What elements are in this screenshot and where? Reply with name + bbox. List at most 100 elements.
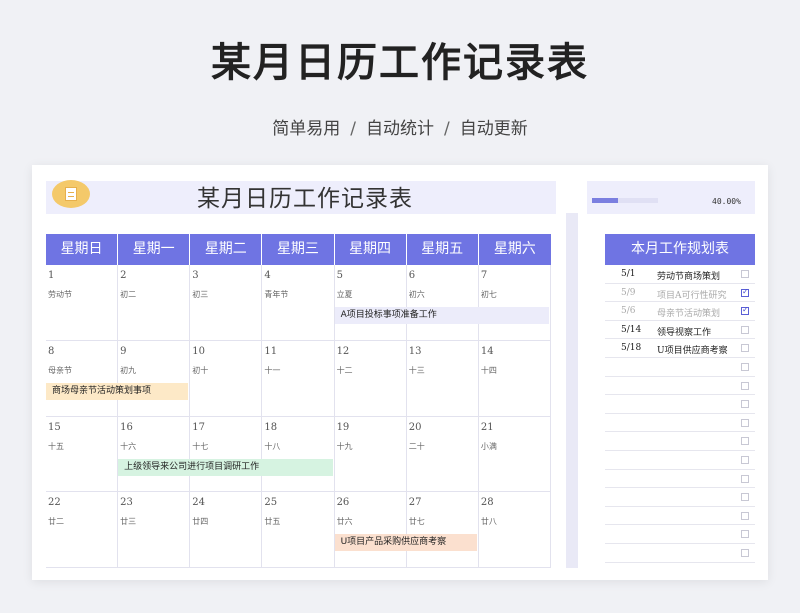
plan-task: 劳动节商场策划 bbox=[657, 272, 721, 282]
plan-list: 5/1 劳动节商场策划 5/9 项目A可行性研究 5/6 母亲节活动策划 5/14 领导视察工… bbox=[605, 265, 755, 563]
plan-row bbox=[605, 395, 755, 414]
plan-row bbox=[605, 507, 755, 526]
checkbox-icon[interactable] bbox=[741, 530, 749, 539]
plan-row bbox=[605, 470, 755, 489]
hero-subtitle: 简单易用 / 自动统计 / 自动更新 bbox=[0, 114, 800, 139]
separator: / bbox=[444, 119, 450, 139]
lunar-date: 十八 bbox=[264, 441, 281, 451]
document-logo-icon bbox=[52, 180, 90, 208]
plan-row bbox=[605, 377, 755, 396]
weekday-header-cell: 星期六 bbox=[478, 234, 551, 265]
calendar-day-cell[interactable]: 14 十四 bbox=[478, 340, 551, 417]
checkbox-icon[interactable] bbox=[741, 270, 749, 278]
weekday-header: 星期日 星期一 星期二 星期三 星期四 星期五 星期六 bbox=[46, 234, 551, 265]
calendar-day-cell[interactable]: 20 二十 bbox=[406, 416, 479, 493]
lunar-date: 母亲节 bbox=[48, 365, 72, 375]
day-number: 16 bbox=[120, 421, 133, 433]
calendar-event[interactable]: 商场母亲节活动策划事项 bbox=[46, 382, 189, 400]
lunar-date: 初三 bbox=[192, 290, 209, 299]
calendar-day-cell[interactable]: 2 初二 bbox=[118, 265, 191, 341]
checkbox-icon[interactable] bbox=[741, 437, 749, 446]
lunar-date: 十六 bbox=[120, 441, 137, 451]
calendar-day-cell[interactable]: 13 十三 bbox=[406, 340, 479, 417]
calendar-day-cell[interactable]: 22 廿二 bbox=[46, 492, 119, 568]
checkbox-icon[interactable] bbox=[741, 418, 749, 427]
lunar-date: 小满 bbox=[480, 441, 497, 451]
plan-task: U项目供应商考察 bbox=[657, 346, 728, 357]
calendar-event[interactable]: A项目投标事项准备工作 bbox=[334, 307, 549, 324]
plan-row bbox=[605, 358, 755, 377]
plan-row: 5/18 U项目供应商考察 bbox=[605, 339, 755, 358]
checkbox-icon[interactable] bbox=[741, 455, 749, 464]
day-number: 7 bbox=[480, 270, 488, 281]
checkbox-icon[interactable] bbox=[741, 493, 749, 502]
lunar-date: 十一 bbox=[264, 365, 281, 375]
calendar-day-cell[interactable]: 15 十五 bbox=[46, 416, 119, 493]
calendar-day-cell[interactable]: 26 廿六 bbox=[334, 492, 407, 568]
plan-task: 领导视察工作 bbox=[657, 327, 712, 338]
calendar-day-cell[interactable]: 21 小满 bbox=[478, 416, 551, 493]
lunar-date: 二十 bbox=[408, 441, 425, 451]
plan-row: 5/14 领导视察工作 bbox=[605, 321, 755, 340]
day-number: 14 bbox=[480, 345, 494, 357]
checkbox-icon[interactable] bbox=[741, 344, 749, 353]
calendar-day-cell[interactable]: 18 十八 bbox=[262, 416, 335, 493]
plan-title: 本月工作规划表 bbox=[605, 234, 755, 265]
plan-row bbox=[605, 488, 755, 507]
plan-row bbox=[605, 544, 755, 563]
checkbox-icon[interactable] bbox=[741, 362, 749, 371]
checkbox-icon[interactable] bbox=[741, 325, 749, 334]
day-number: 25 bbox=[264, 497, 278, 509]
lunar-date: 十五 bbox=[48, 441, 64, 451]
day-number: 22 bbox=[48, 497, 61, 509]
lunar-date: 十七 bbox=[192, 441, 209, 451]
calendar-day-cell[interactable]: 10 初十 bbox=[190, 340, 263, 417]
calendar-day-cell[interactable]: 16 十六 bbox=[118, 416, 191, 493]
calendar-day-cell[interactable]: 27 廿七 bbox=[406, 492, 479, 568]
lunar-date: 廿二 bbox=[48, 517, 64, 527]
lunar-date: 廿三 bbox=[120, 517, 137, 527]
checkbox-icon[interactable] bbox=[741, 287, 749, 297]
checkbox-icon[interactable] bbox=[741, 511, 749, 520]
calendar-day-cell[interactable]: 11 十一 bbox=[262, 340, 335, 417]
calendar-day-cell[interactable]: 7 初七 bbox=[478, 265, 551, 341]
checkbox-icon[interactable] bbox=[741, 400, 749, 409]
calendar-day-cell[interactable]: 1 劳动节 bbox=[46, 265, 119, 341]
calendar-day-cell[interactable]: 28 廿八 bbox=[478, 492, 551, 568]
calendar-grid: 1 劳动节 2 初二 3 初三 4 青年节 5 立夏 6 初六 7 初七 8 母亲节 9 初九 10 初十 11 十一 12… bbox=[46, 265, 551, 568]
checkbox-icon[interactable] bbox=[741, 474, 749, 483]
calendar-day-cell[interactable]: 9 初九 bbox=[118, 340, 191, 417]
plan-row bbox=[605, 414, 755, 433]
lunar-date: 初七 bbox=[480, 290, 497, 299]
calendar-day-cell[interactable]: 4 青年节 bbox=[262, 265, 335, 341]
progress-percent: 40.00% bbox=[712, 197, 741, 206]
day-number: 26 bbox=[336, 497, 350, 509]
lunar-date: 初六 bbox=[408, 290, 425, 299]
lunar-date: 初十 bbox=[192, 365, 209, 375]
calendar-day-cell[interactable]: 23 廿三 bbox=[118, 492, 191, 568]
calendar-day-cell[interactable]: 17 十七 bbox=[190, 416, 263, 493]
calendar-event[interactable]: U项目产品采购供应商考察 bbox=[334, 534, 477, 552]
calendar-day-cell[interactable]: 3 初三 bbox=[190, 265, 263, 341]
plan-row bbox=[605, 451, 755, 470]
calendar-day-cell[interactable]: 6 初六 bbox=[406, 265, 479, 341]
calendar-day-cell[interactable]: 25 廿五 bbox=[262, 492, 335, 568]
calendar-day-cell[interactable]: 5 立夏 bbox=[334, 265, 407, 341]
checkbox-icon[interactable] bbox=[741, 548, 749, 557]
day-number: 21 bbox=[480, 421, 494, 433]
checkbox-icon[interactable] bbox=[741, 305, 749, 316]
lunar-date: 青年节 bbox=[264, 290, 289, 299]
progress-bar bbox=[592, 198, 658, 203]
feature-auto-update: 自动更新 bbox=[459, 119, 528, 139]
calendar-day-cell[interactable]: 24 廿四 bbox=[190, 492, 263, 568]
calendar-event[interactable]: 上级领导来公司进行项目调研工作 bbox=[118, 458, 333, 476]
calendar-day-cell[interactable]: 19 十九 bbox=[334, 416, 407, 493]
day-number: 8 bbox=[48, 345, 55, 357]
plan-date: 5/1 bbox=[621, 269, 636, 279]
plan-row bbox=[605, 525, 755, 544]
weekday-header-cell: 星期二 bbox=[190, 234, 263, 265]
plan-row: 5/6 母亲节活动策划 bbox=[605, 302, 755, 321]
checkbox-icon[interactable] bbox=[741, 381, 749, 390]
calendar-day-cell[interactable]: 8 母亲节 bbox=[46, 340, 119, 417]
calendar-day-cell[interactable]: 12 十二 bbox=[334, 340, 407, 417]
